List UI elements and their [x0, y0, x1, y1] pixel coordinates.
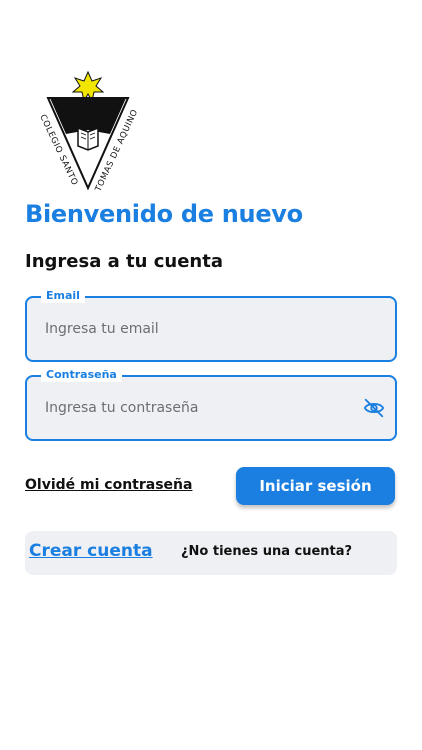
forgot-password-link[interactable]: Olvidé mi contraseña: [25, 477, 192, 493]
star-icon: [71, 70, 105, 103]
page-title: Bienvenido de nuevo: [25, 200, 303, 228]
email-input[interactable]: [45, 298, 355, 360]
book-icon: [77, 126, 99, 151]
password-field[interactable]: Contraseña: [25, 368, 397, 441]
signup-panel: Crear cuenta ¿No tienes una cuenta?: [25, 531, 397, 575]
no-account-text: ¿No tienes una cuenta?: [181, 544, 353, 559]
email-field[interactable]: Email: [25, 289, 397, 362]
create-account-link[interactable]: Crear cuenta: [29, 541, 153, 561]
login-button[interactable]: Iniciar sesión: [236, 467, 395, 505]
eye-off-icon[interactable]: [363, 397, 385, 419]
school-logo: COLEGIO SANTO TOMAS DE AQUINO: [37, 70, 140, 194]
page-subtitle: Ingresa a tu cuenta: [25, 251, 223, 272]
password-input[interactable]: [45, 377, 355, 439]
